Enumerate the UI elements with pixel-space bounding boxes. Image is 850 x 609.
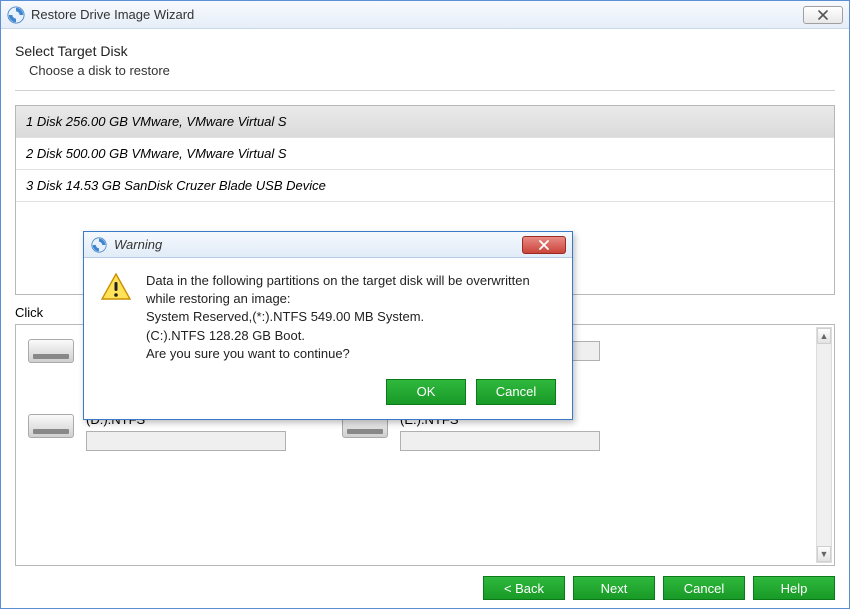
scroll-up-icon[interactable]: ▲ xyxy=(817,328,831,344)
back-button[interactable]: < Back xyxy=(483,576,565,600)
dialog-line: (C:).NTFS 128.28 GB Boot. xyxy=(146,327,556,345)
partition-progress xyxy=(400,431,600,451)
dialog-cancel-button[interactable]: Cancel xyxy=(476,379,556,405)
drive-icon xyxy=(28,339,76,371)
main-window: Restore Drive Image Wizard Select Target… xyxy=(0,0,850,609)
scroll-down-icon[interactable]: ▼ xyxy=(817,546,831,562)
disk-row[interactable]: 2 Disk 500.00 GB VMware, VMware Virtual … xyxy=(16,138,834,170)
dialog-close-button[interactable] xyxy=(522,236,566,254)
page-heading: Select Target Disk xyxy=(15,43,835,59)
dialog-line: Data in the following partitions on the … xyxy=(146,272,556,308)
app-icon xyxy=(7,6,25,24)
dialog-title: Warning xyxy=(114,237,522,252)
cancel-button[interactable]: Cancel xyxy=(663,576,745,600)
dialog-ok-button[interactable]: OK xyxy=(386,379,466,405)
dialog-line: System Reserved,(*:).NTFS 549.00 MB Syst… xyxy=(146,308,556,326)
partition-progress xyxy=(86,431,286,451)
app-icon xyxy=(90,236,108,254)
window-title: Restore Drive Image Wizard xyxy=(31,7,803,22)
scrollbar[interactable]: ▲ ▼ xyxy=(816,327,832,563)
disk-row[interactable]: 3 Disk 14.53 GB SanDisk Cruzer Blade USB… xyxy=(16,170,834,202)
next-button[interactable]: Next xyxy=(573,576,655,600)
disk-row[interactable]: 1 Disk 256.00 GB VMware, VMware Virtual … xyxy=(16,106,834,138)
help-button[interactable]: Help xyxy=(753,576,835,600)
warning-icon xyxy=(100,272,132,302)
page-subheading: Choose a disk to restore xyxy=(29,63,835,78)
wizard-footer: < Back Next Cancel Help xyxy=(15,566,835,600)
dialog-line: Are you sure you want to continue? xyxy=(146,345,556,363)
window-close-button[interactable] xyxy=(803,6,843,24)
main-titlebar[interactable]: Restore Drive Image Wizard xyxy=(1,1,849,29)
dialog-text: Data in the following partitions on the … xyxy=(146,272,556,363)
warning-dialog: Warning Data in the following partitions… xyxy=(83,231,573,420)
dialog-titlebar[interactable]: Warning xyxy=(84,232,572,258)
drive-icon xyxy=(28,414,76,446)
separator xyxy=(15,90,835,91)
